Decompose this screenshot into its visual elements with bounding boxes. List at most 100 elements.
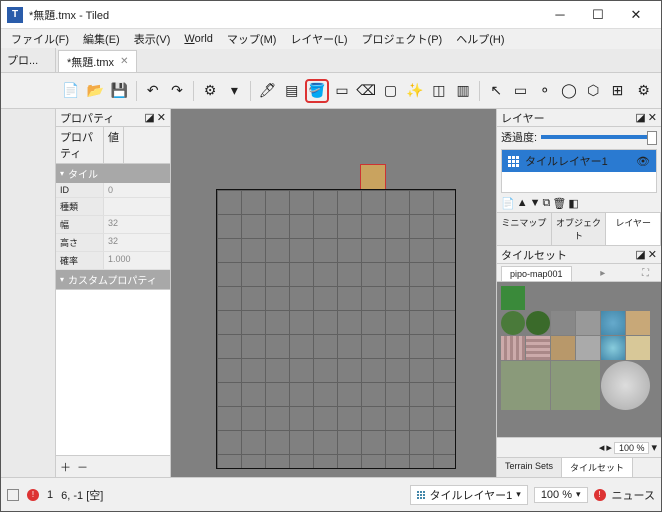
close-button[interactable]: ✕ [617, 2, 655, 28]
panel-float-icon[interactable]: ◪ [635, 248, 645, 261]
tab-minimap[interactable]: ミニマップ [497, 213, 552, 245]
toolbar-overflow-icon[interactable]: ⚙ [633, 79, 655, 103]
tile[interactable] [501, 286, 525, 310]
maximize-button[interactable]: ☐ [579, 2, 617, 28]
current-layer-selector[interactable]: タイルレイヤー1▾ [410, 485, 527, 505]
terrain-brush-icon[interactable]: ▤ [281, 79, 303, 103]
command-icon[interactable]: ⚙ [199, 79, 221, 103]
menu-project[interactable]: プロジェクト(P) [356, 29, 449, 49]
tile[interactable] [626, 336, 650, 360]
tileset-prev-icon[interactable]: ◂ [599, 441, 605, 454]
tile[interactable] [526, 336, 550, 360]
stamp-brush-icon[interactable]: 🖊 [256, 79, 278, 103]
tileset-view[interactable] [497, 282, 661, 437]
zoom-selector[interactable]: 100 % ▾ [534, 487, 588, 503]
placed-tile[interactable] [360, 164, 386, 190]
menu-file[interactable]: ファイル(F) [5, 29, 75, 49]
tab-tileset[interactable]: タイルセット [562, 458, 633, 477]
news-label[interactable]: ニュース [612, 487, 655, 503]
tile[interactable] [501, 336, 525, 360]
tile[interactable] [551, 311, 575, 335]
minimize-button[interactable]: ─ [541, 2, 579, 28]
close-tab-icon[interactable]: ✕ [120, 56, 128, 67]
insert-ellipse-icon[interactable]: ◯ [558, 79, 580, 103]
delete-layer-icon[interactable]: 🗑 [552, 197, 566, 210]
new-layer-icon[interactable]: 📄 [501, 197, 515, 210]
tile[interactable] [601, 336, 625, 360]
tile[interactable] [601, 311, 625, 335]
menu-layer[interactable]: レイヤー(L) [284, 29, 353, 49]
tileset-menu-icon[interactable]: ▸ [592, 266, 613, 281]
panel-close-icon[interactable]: ✕ [648, 248, 657, 261]
prop-row[interactable]: 確率1.000 [56, 252, 170, 270]
project-tab[interactable]: プロ... [1, 48, 56, 72]
layer-list[interactable]: タイルレイヤー1 👁 [501, 149, 657, 193]
map-canvas[interactable] [171, 109, 496, 477]
tile[interactable] [551, 336, 575, 360]
prop-row[interactable]: ID0 [56, 183, 170, 198]
duplicate-layer-icon[interactable]: ⧉ [542, 197, 550, 210]
news-badge[interactable]: ! [594, 489, 606, 501]
insert-polygon-icon[interactable]: ⬡ [582, 79, 604, 103]
dropdown-icon[interactable]: ▾ [223, 79, 245, 103]
layer-item[interactable]: タイルレイヤー1 👁 [502, 150, 656, 172]
tileset-edit-icon[interactable]: ⛶ [634, 266, 657, 281]
tab-layers[interactable]: レイヤー [606, 213, 661, 245]
rect-select-icon[interactable]: ▢ [379, 79, 401, 103]
prop-row[interactable]: 高さ32 [56, 234, 170, 252]
layer-up-icon[interactable]: ▲ [517, 197, 528, 210]
prop-remove-icon[interactable]: － [77, 459, 88, 475]
tile[interactable] [501, 311, 525, 335]
panel-float-icon[interactable]: ◪ [635, 111, 645, 124]
tile[interactable] [551, 361, 600, 410]
shape-fill-icon[interactable]: ▭ [331, 79, 353, 103]
tile[interactable] [576, 311, 600, 335]
console-icon[interactable] [7, 489, 19, 501]
prop-group-custom[interactable]: カスタムプロパティ [56, 270, 170, 289]
prop-add-icon[interactable]: ＋ [60, 459, 71, 475]
magic-wand-icon[interactable]: ✨ [404, 79, 426, 103]
menu-help[interactable]: ヘルプ(H) [450, 29, 510, 49]
panel-close-icon[interactable]: ✕ [157, 111, 166, 124]
tile[interactable] [576, 336, 600, 360]
pointer-icon[interactable]: ↖ [485, 79, 507, 103]
tab-objects[interactable]: オブジェクト [552, 213, 607, 245]
tile[interactable] [526, 311, 550, 335]
panel-close-icon[interactable]: ✕ [648, 111, 657, 124]
panel-float-icon[interactable]: ◪ [144, 111, 154, 124]
prop-group-tile[interactable]: タイル [56, 164, 170, 183]
opacity-slider[interactable] [541, 135, 657, 139]
visibility-icon[interactable]: 👁 [636, 155, 650, 168]
new-file-icon[interactable]: 📄 [60, 79, 82, 103]
prop-row[interactable]: 幅32 [56, 216, 170, 234]
insert-template-icon[interactable]: ⊞ [606, 79, 628, 103]
open-file-icon[interactable]: 📂 [84, 79, 106, 103]
tileset-tab[interactable]: pipo-map001 [501, 266, 572, 281]
tile[interactable] [601, 361, 650, 410]
insert-point-icon[interactable]: ⚬ [534, 79, 556, 103]
bucket-fill-icon[interactable]: 🪣 [305, 79, 329, 103]
insert-rect-icon[interactable]: ▭ [509, 79, 531, 103]
redo-icon[interactable]: ↷ [166, 79, 188, 103]
tileset-zoom[interactable]: 100 % [614, 442, 650, 454]
same-tile-icon[interactable]: ◫ [428, 79, 450, 103]
prop-row[interactable]: 種類 [56, 198, 170, 216]
undo-icon[interactable]: ↶ [142, 79, 164, 103]
tileset-next-icon[interactable]: ▸ [606, 441, 612, 454]
tile[interactable] [501, 361, 550, 410]
tab-terrain-sets[interactable]: Terrain Sets [497, 458, 562, 477]
layer-down-icon[interactable]: ▼ [530, 197, 541, 210]
file-tab[interactable]: *無題.tmx ✕ [58, 50, 137, 72]
tile[interactable] [626, 311, 650, 335]
menu-world[interactable]: World [178, 31, 219, 47]
menu-map[interactable]: マップ(M) [221, 29, 283, 49]
tile-grid[interactable] [216, 189, 456, 469]
eraser-icon[interactable]: ⌫ [355, 79, 377, 103]
menu-view[interactable]: 表示(V) [128, 29, 177, 49]
save-icon[interactable]: 💾 [108, 79, 130, 103]
menu-edit[interactable]: 編集(E) [77, 29, 126, 49]
error-badge[interactable]: ! [27, 489, 39, 501]
edit-layer-icon[interactable]: ▥ [452, 79, 474, 103]
tileset-zoom-dropdown-icon[interactable]: ▾ [651, 441, 657, 454]
layer-other-icon[interactable]: ◧ [568, 197, 578, 210]
